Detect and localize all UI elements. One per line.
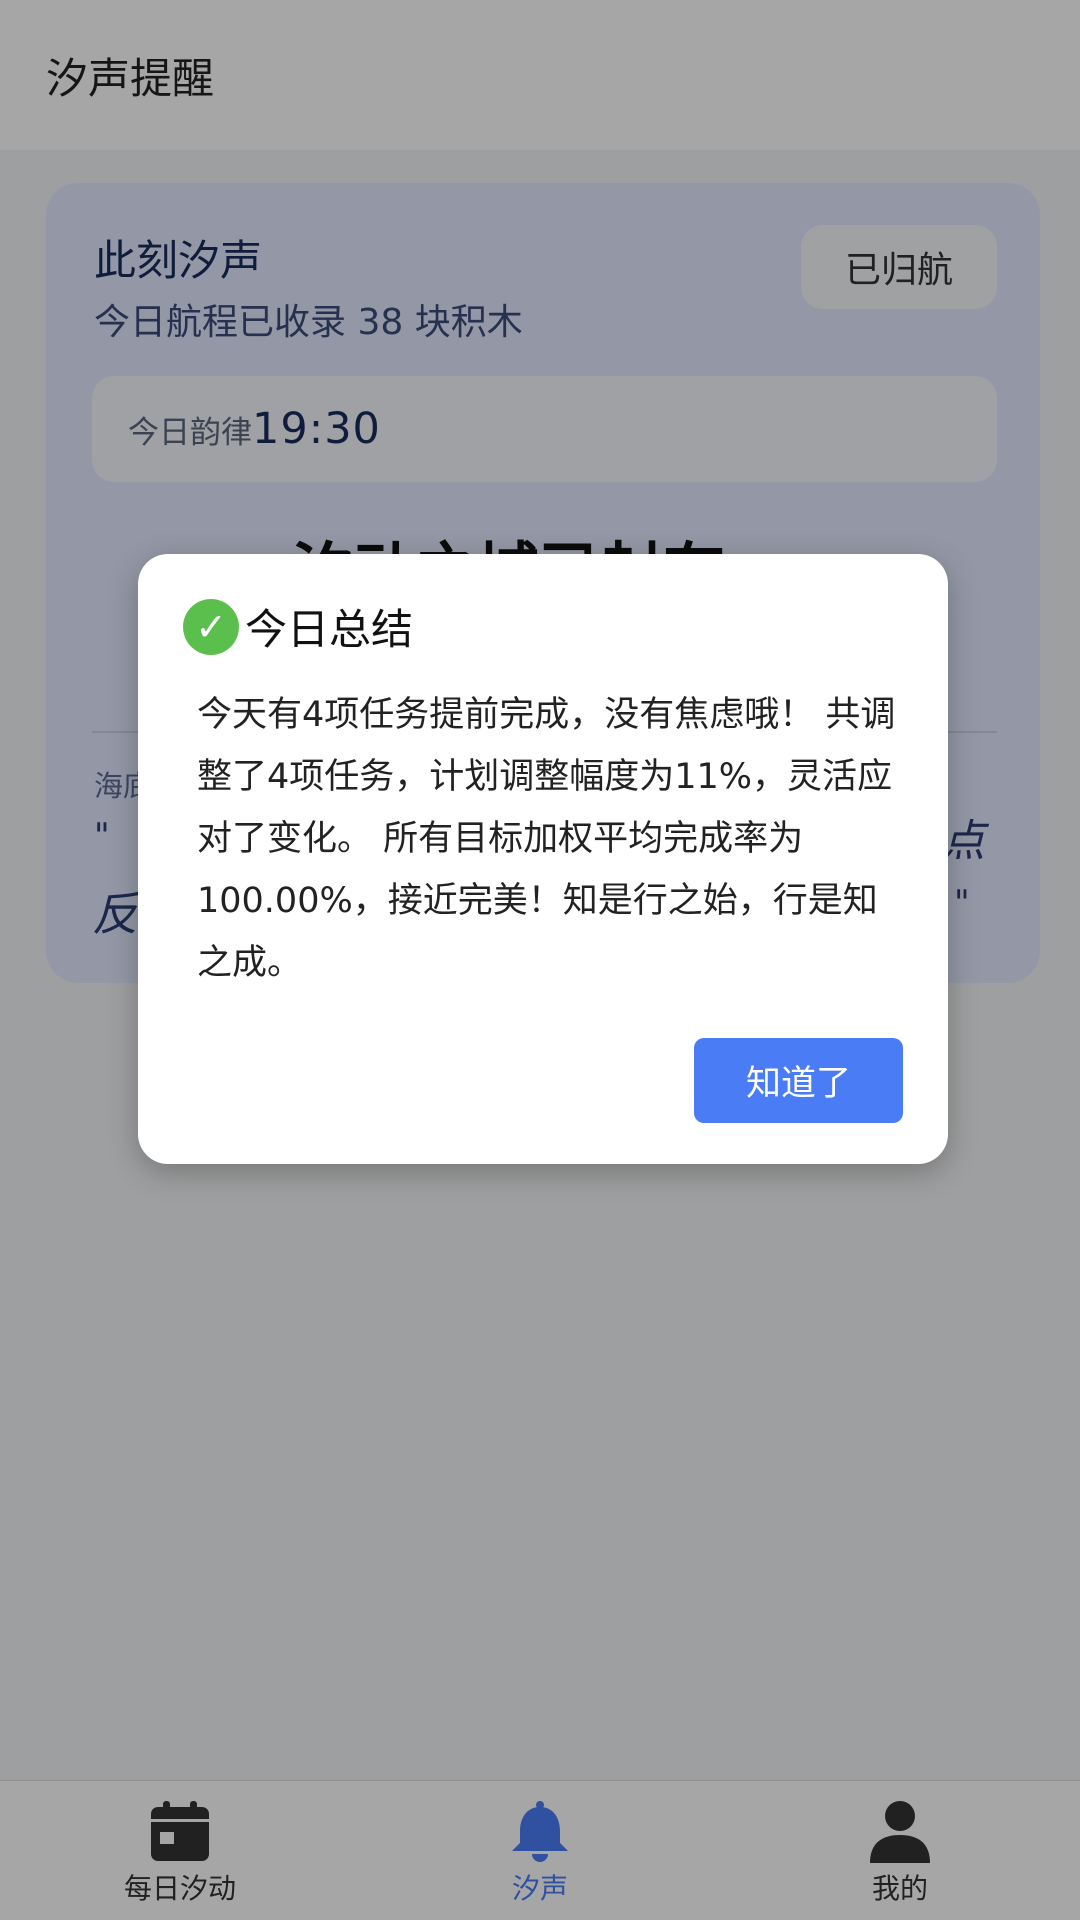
- check-circle-icon: ✓: [183, 598, 239, 655]
- ok-button[interactable]: 知道了: [694, 1038, 903, 1123]
- summary-dialog: ✓ 今日总结 今天有4项任务提前完成，没有焦虑哦！ 共调整了4项任务，计划调整幅…: [138, 554, 948, 1164]
- dialog-title: 今日总结: [245, 605, 414, 654]
- dialog-body: 今天有4项任务提前完成，没有焦虑哦！ 共调整了4项任务，计划调整幅度为11%，灵…: [197, 695, 896, 983]
- dialog-header: ✓ 今日总结: [183, 596, 413, 657]
